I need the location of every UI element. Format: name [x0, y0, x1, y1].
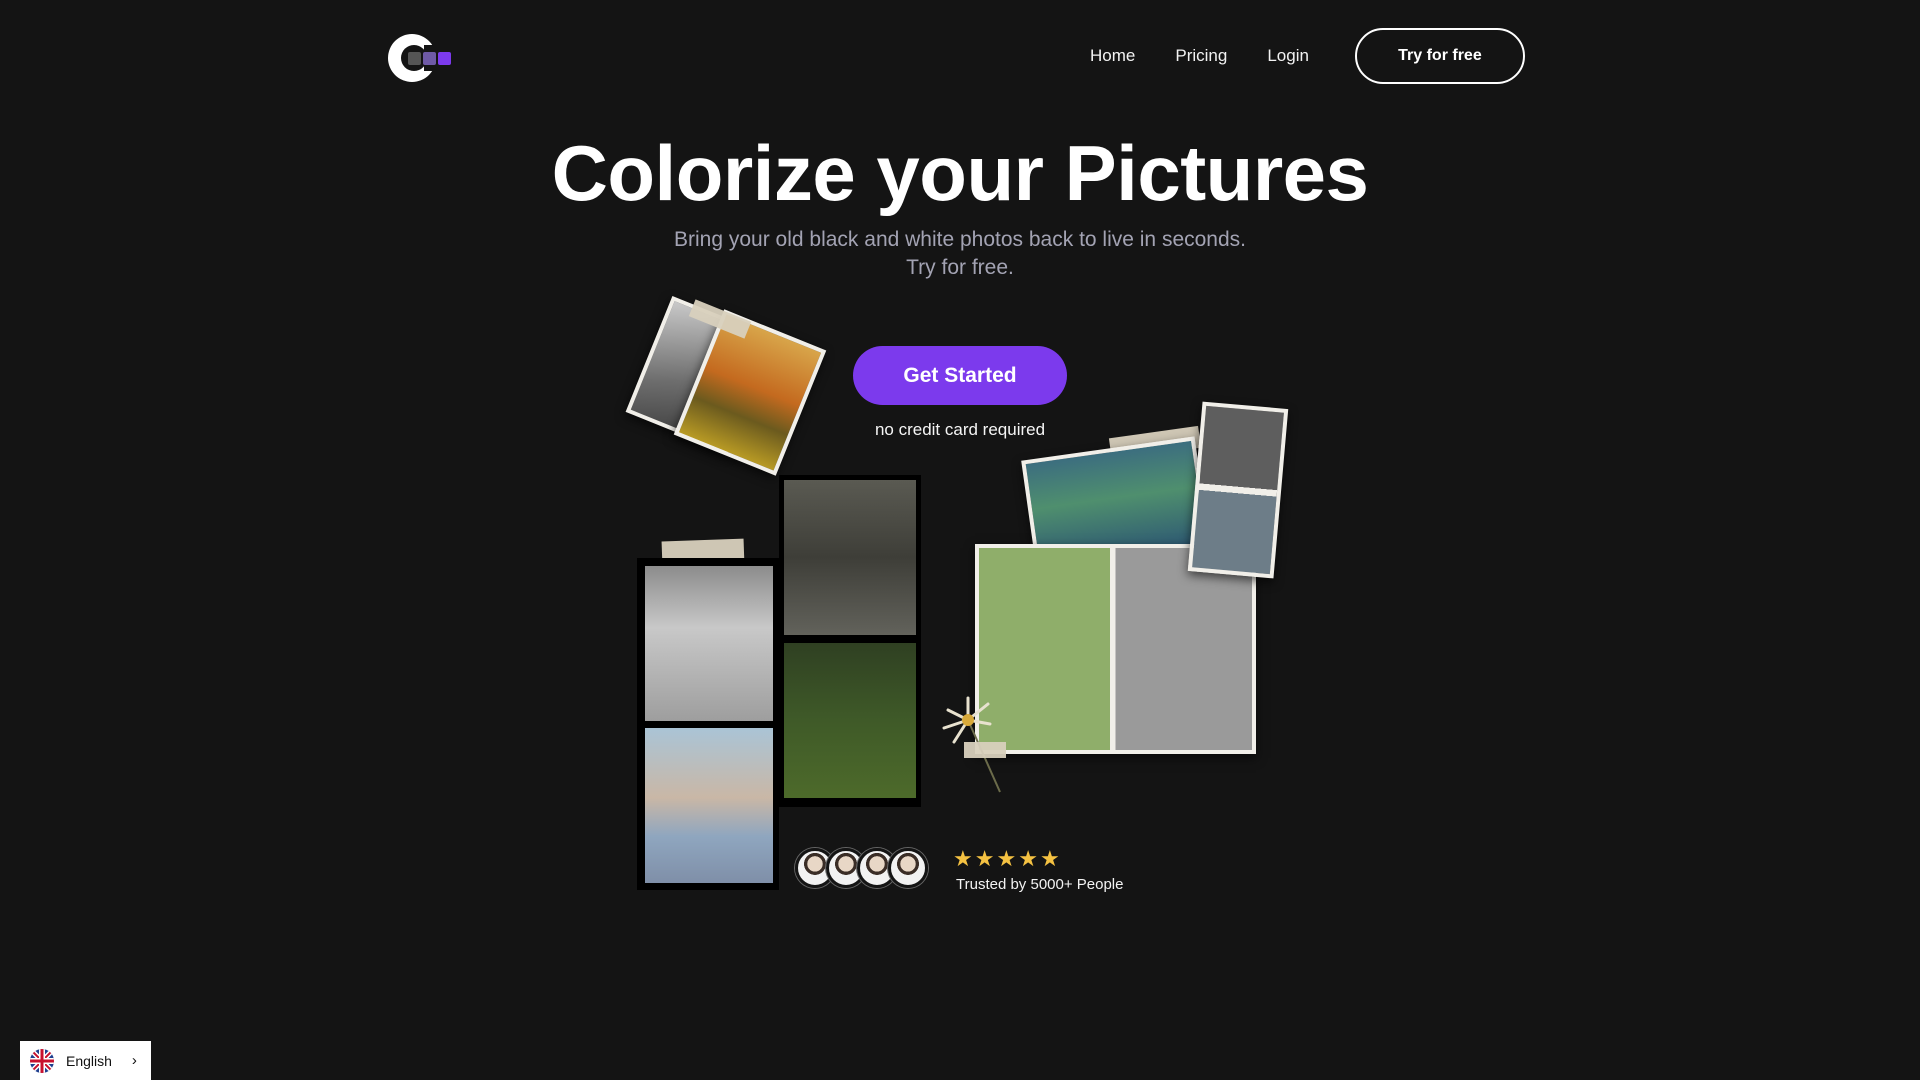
film-frame-dog-color	[645, 728, 773, 883]
star-icon: ★	[974, 846, 995, 871]
language-selector[interactable]: English ›	[20, 1041, 151, 1080]
language-label: English	[66, 1052, 112, 1069]
nav-pricing-link[interactable]: Pricing	[1175, 46, 1227, 66]
collage-tape	[964, 742, 1006, 758]
hero-subtitle-line1: Bring your old black and white photos ba…	[674, 228, 1246, 251]
landing-page: Home Pricing Login Try for free Colorize…	[0, 0, 1920, 1080]
film-strip-dog	[637, 558, 779, 890]
trust-text: Trusted by 5000+ People	[956, 876, 1124, 893]
film-frame-cricket-bw	[784, 480, 916, 635]
film-strip-cricket	[779, 475, 921, 807]
nav-home-link[interactable]: Home	[1090, 46, 1135, 66]
get-started-button[interactable]: Get Started	[853, 346, 1067, 405]
star-icon: ★	[1039, 846, 1060, 871]
film-frame-dog-bw	[645, 566, 773, 721]
hero-subtitle: Bring your old black and white photos ba…	[0, 226, 1920, 282]
film-frame-cricket-color	[784, 643, 916, 798]
chevron-right-icon: ›	[131, 1052, 137, 1069]
avatar	[888, 848, 928, 888]
rating-stars: ★ ★ ★ ★ ★	[953, 848, 1060, 870]
logo[interactable]	[388, 32, 458, 84]
star-icon: ★	[996, 846, 1017, 871]
star-icon: ★	[1018, 846, 1038, 871]
uk-flag-icon	[30, 1048, 54, 1073]
hero-title: Colorize your Pictures	[551, 129, 1369, 217]
top-nav: Home Pricing Login Try for free	[1090, 28, 1525, 84]
star-icon: ★	[953, 846, 973, 871]
collage-photo-kids-strip	[1187, 401, 1289, 579]
user-avatars	[795, 848, 928, 888]
hero-subtitle-line2: Try for free.	[906, 256, 1014, 279]
nav-login-link[interactable]: Login	[1267, 46, 1309, 66]
no-credit-card-note: no credit card required	[874, 420, 1046, 439]
try-for-free-button[interactable]: Try for free	[1354, 28, 1525, 84]
